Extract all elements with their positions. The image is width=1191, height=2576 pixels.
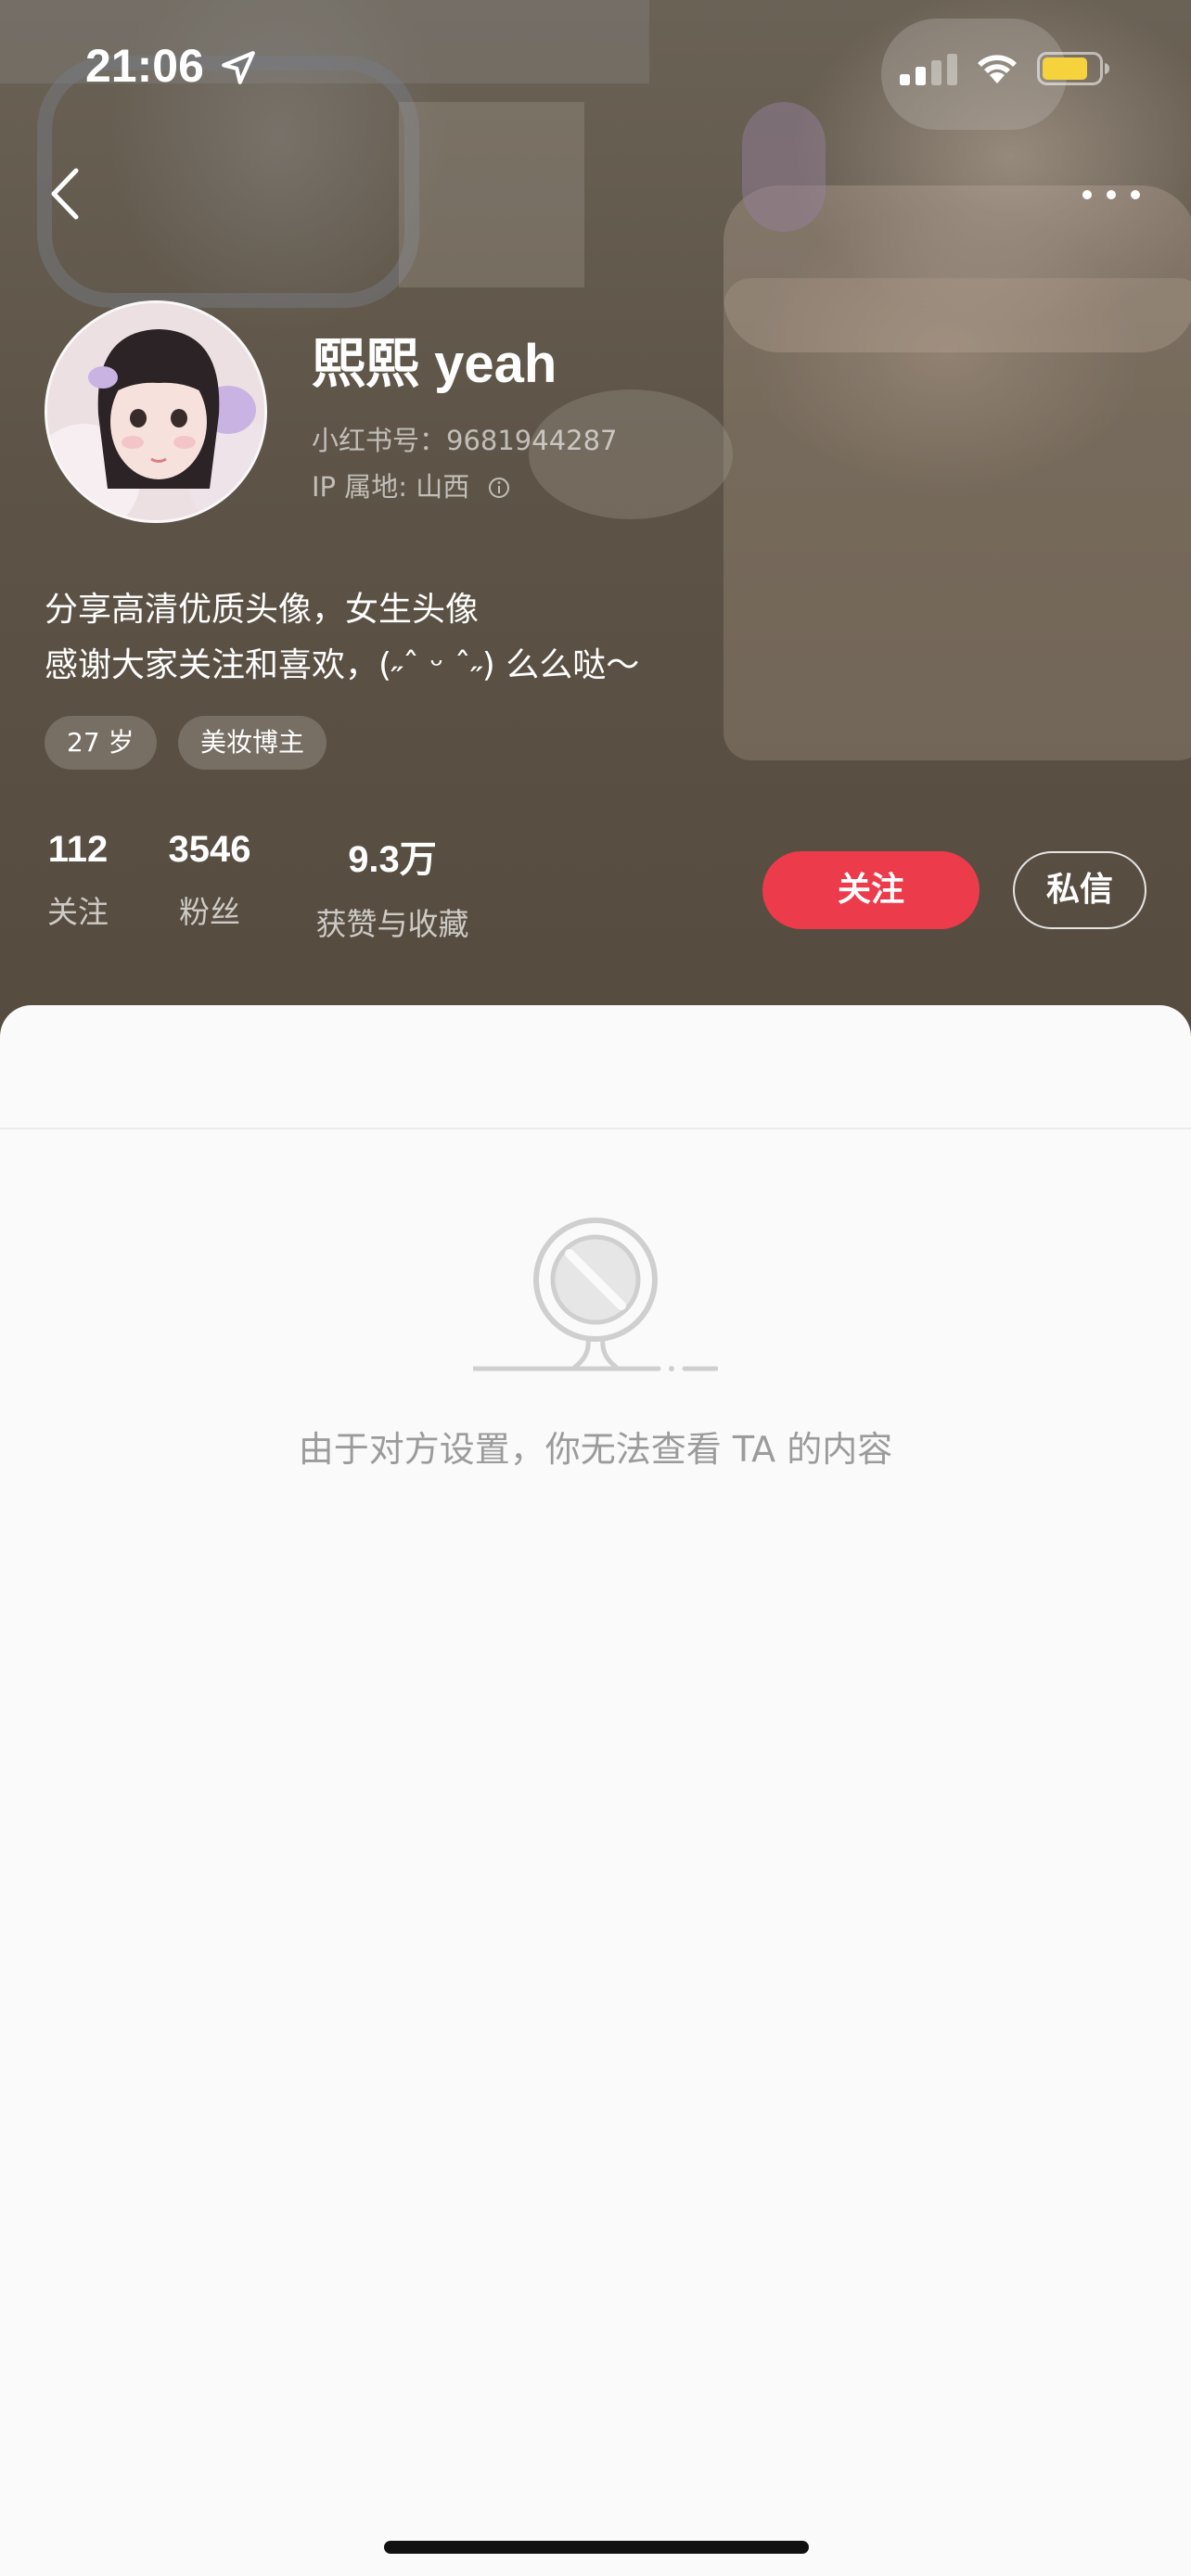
background-bed <box>724 278 1191 760</box>
username: 熙熙 yeah <box>312 334 557 394</box>
stat-likes[interactable]: 9.3万 获赞与收藏 <box>306 829 479 944</box>
info-icon[interactable] <box>488 477 510 499</box>
wifi-icon <box>978 55 1017 83</box>
status-time: 21:06 <box>85 40 204 92</box>
stat-following-value: 112 <box>47 829 109 870</box>
tag-age: 27 岁 <box>45 716 157 770</box>
content-panel: 由于对方设置，你无法查看 TA 的内容 <box>0 1005 1191 2576</box>
background-chair <box>37 56 419 308</box>
avatar[interactable] <box>45 300 267 523</box>
tabs-divider <box>0 1128 1191 1129</box>
redbook-id: 小红书号：9681944287 <box>312 425 618 456</box>
stat-fans-value: 3546 <box>168 829 251 870</box>
bio-line: 分享高清优质头像，女生头像 <box>45 591 480 629</box>
avatar-image <box>47 303 264 520</box>
background-teddy-bear <box>742 102 826 232</box>
stat-following-label: 关注 <box>47 894 109 930</box>
message-button[interactable]: 私信 <box>1013 851 1146 929</box>
follow-button[interactable]: 关注 <box>762 851 980 929</box>
back-chevron-icon[interactable] <box>45 165 87 223</box>
ip-location-row: IP 属地: 山西 <box>312 465 510 504</box>
stat-likes-value: 9.3万 <box>348 839 437 880</box>
background-box <box>399 102 584 287</box>
bio-line: 感谢大家关注和喜欢，(˶ˆ ᵕ ˆ˶) 么么哒～ <box>45 646 640 684</box>
stat-likes-label: 获赞与收藏 <box>315 906 469 942</box>
cellular-signal-icon <box>900 54 957 85</box>
empty-state-message: 由于对方设置，你无法查看 TA 的内容 <box>298 1429 893 1470</box>
home-indicator[interactable] <box>384 2541 809 2554</box>
tag-role: 美妆博主 <box>178 716 327 770</box>
stat-fans[interactable]: 3546 粉丝 <box>158 829 262 932</box>
more-dots-icon[interactable] <box>1080 182 1143 208</box>
battery-icon <box>1037 52 1109 85</box>
stat-fans-label: 粉丝 <box>179 894 240 930</box>
blocked-sign-icon <box>473 1218 718 1371</box>
ip-location: IP 属地: 山西 <box>312 471 470 503</box>
tabs-area <box>0 1005 1191 1128</box>
location-arrow-icon <box>222 51 255 84</box>
stat-following[interactable]: 112 关注 <box>45 829 111 932</box>
